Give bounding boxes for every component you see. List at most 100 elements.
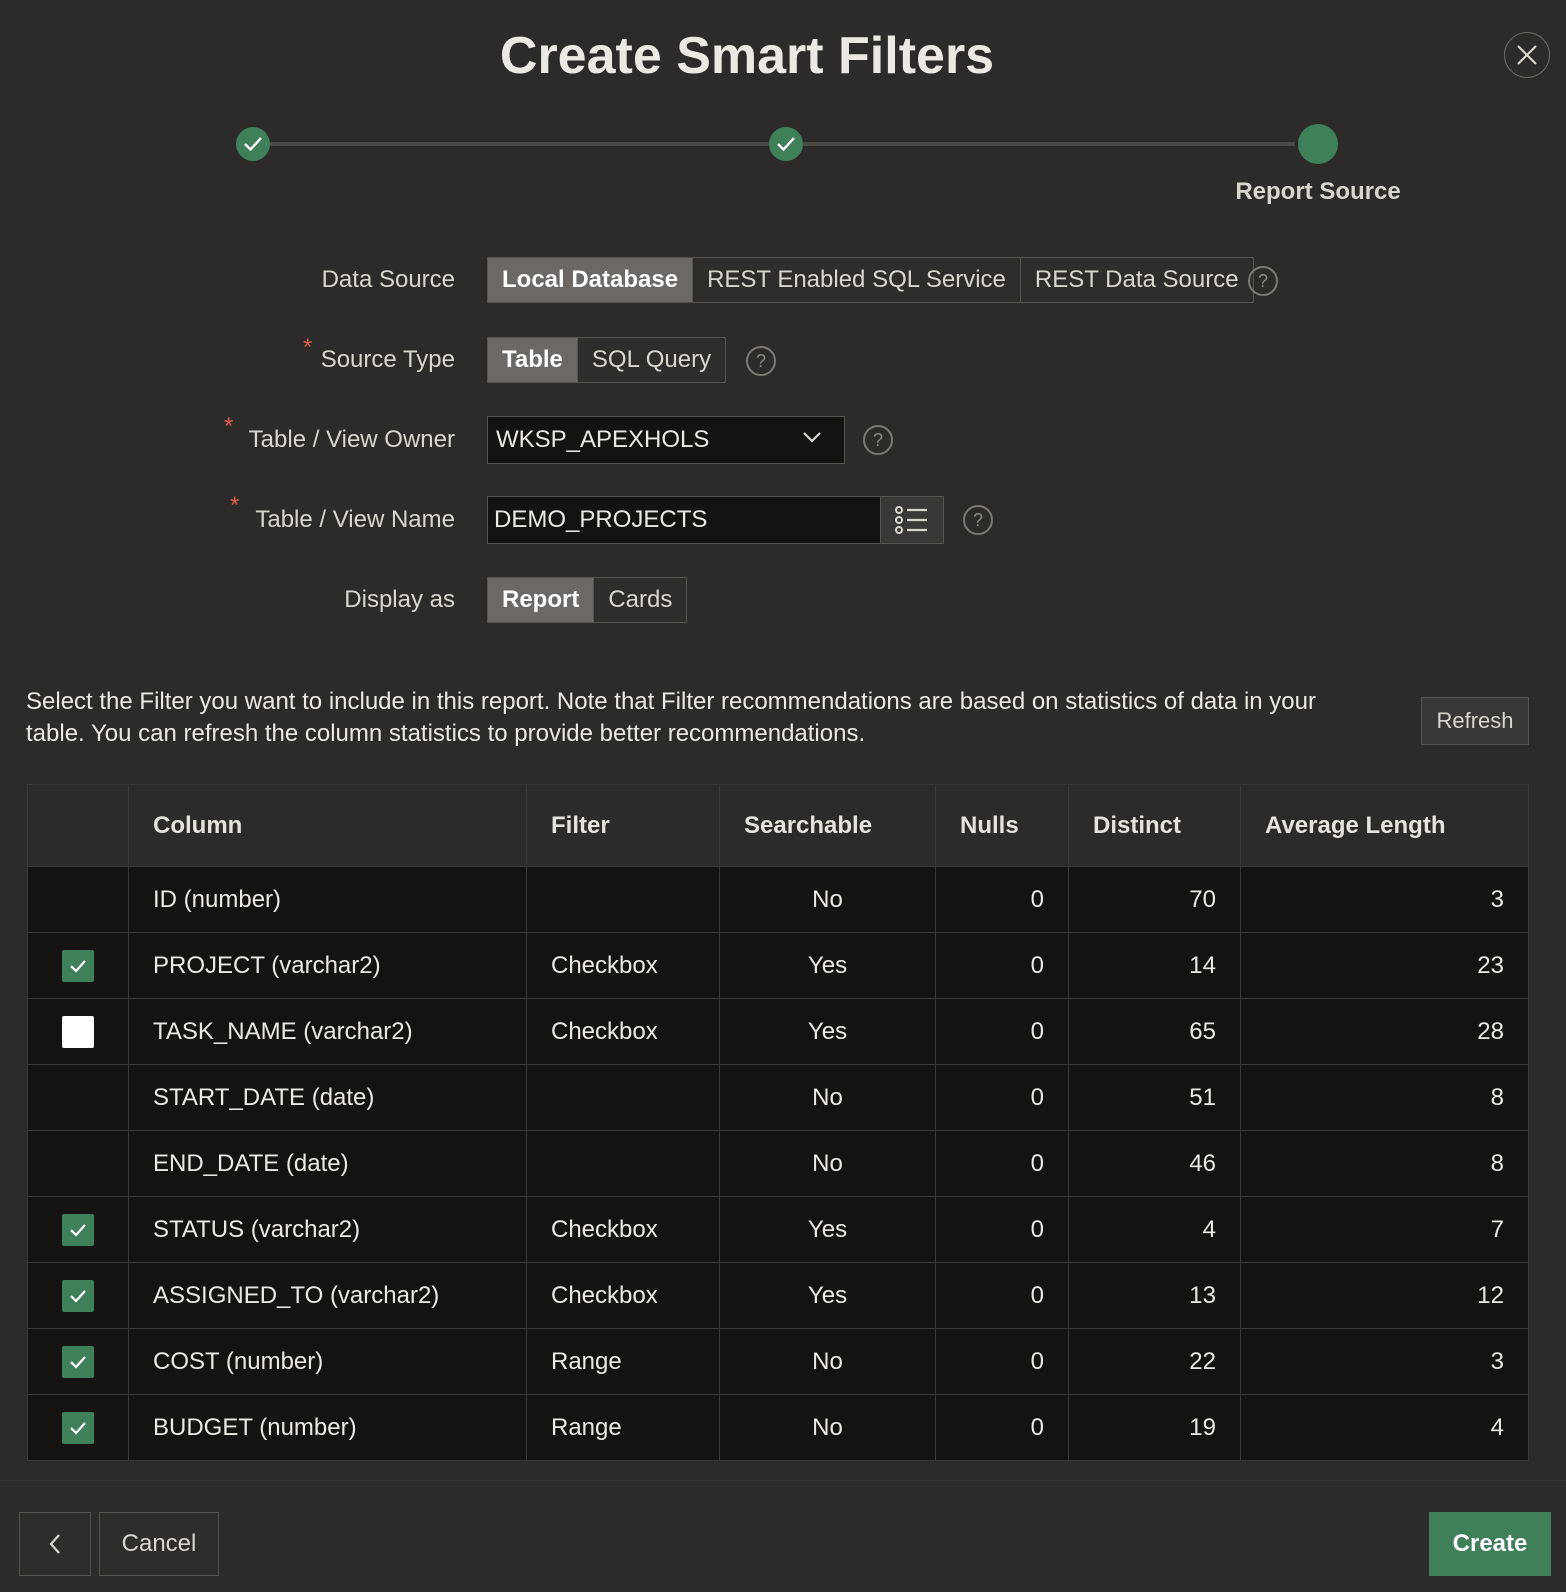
table-view-owner-help-icon[interactable]: ? bbox=[863, 425, 893, 455]
close-icon bbox=[1517, 45, 1537, 65]
cancel-button[interactable]: Cancel bbox=[99, 1512, 219, 1576]
header-searchable: Searchable bbox=[719, 784, 936, 867]
table-view-name-input[interactable]: DEMO_PROJECTS bbox=[487, 496, 881, 544]
cell-filter: Checkbox bbox=[526, 998, 720, 1065]
table-view-name-help-icon[interactable]: ? bbox=[963, 505, 993, 535]
cell-nulls: 0 bbox=[935, 932, 1069, 999]
cell-searchable: Yes bbox=[719, 1196, 936, 1263]
cell-nulls: 0 bbox=[935, 1394, 1069, 1461]
cell-nulls: 0 bbox=[935, 866, 1069, 933]
display-as-report[interactable]: Report bbox=[488, 578, 595, 622]
cell-filter: Range bbox=[526, 1394, 720, 1461]
chevron-down-icon bbox=[803, 432, 821, 443]
cell-average-length: 8 bbox=[1240, 1130, 1529, 1197]
filter-columns-table: Column Filter Searchable Nulls Distinct … bbox=[27, 784, 1529, 1461]
cell-column: PROJECT (varchar2) bbox=[128, 932, 527, 999]
source-type-help-icon[interactable]: ? bbox=[746, 346, 776, 376]
cell-column: BUDGET (number) bbox=[128, 1394, 527, 1461]
cell-nulls: 0 bbox=[935, 1262, 1069, 1329]
data-source-label: Data Source bbox=[321, 266, 455, 293]
cell-filter: Checkbox bbox=[526, 1262, 720, 1329]
checkmark-icon bbox=[70, 1223, 86, 1237]
table-view-owner-select[interactable]: WKSP_APEXHOLS bbox=[487, 416, 845, 464]
data-source-local-database[interactable]: Local Database bbox=[488, 258, 694, 302]
cell-nulls: 0 bbox=[935, 1064, 1069, 1131]
row-select-checkbox[interactable] bbox=[62, 1345, 94, 1378]
cell-searchable: No bbox=[719, 1328, 936, 1395]
cell-average-length: 4 bbox=[1240, 1394, 1529, 1461]
table-view-owner-label: Table / View Owner bbox=[248, 426, 455, 453]
cell-column: ID (number) bbox=[128, 866, 527, 933]
cell-distinct: 14 bbox=[1068, 932, 1241, 999]
cell-searchable: No bbox=[719, 1130, 936, 1197]
table-row: TASK_NAME (varchar2) Checkbox Yes 0 65 28 bbox=[27, 998, 1529, 1065]
refresh-button[interactable]: Refresh bbox=[1421, 697, 1529, 745]
cell-distinct: 4 bbox=[1068, 1196, 1241, 1263]
cell-filter: Range bbox=[526, 1328, 720, 1395]
chevron-left-icon bbox=[49, 1534, 60, 1554]
display-as-cards[interactable]: Cards bbox=[594, 578, 687, 622]
dialog-title: Create Smart Filters bbox=[499, 27, 995, 85]
progress-line-2 bbox=[786, 142, 1319, 146]
cell-searchable: No bbox=[719, 1064, 936, 1131]
cell-nulls: 0 bbox=[935, 1196, 1069, 1263]
progress-line-1 bbox=[253, 142, 786, 146]
cell-column: COST (number) bbox=[128, 1328, 527, 1395]
header-filter: Filter bbox=[526, 784, 720, 867]
create-button[interactable]: Create bbox=[1429, 1512, 1551, 1576]
cell-average-length: 23 bbox=[1240, 932, 1529, 999]
cell-column: TASK_NAME (varchar2) bbox=[128, 998, 527, 1065]
cell-column: END_DATE (date) bbox=[128, 1130, 527, 1197]
checkmark-icon bbox=[777, 137, 795, 152]
table-row: STATUS (varchar2) Checkbox Yes 0 4 7 bbox=[27, 1196, 1529, 1263]
close-button[interactable] bbox=[1504, 32, 1550, 78]
cell-column: START_DATE (date) bbox=[128, 1064, 527, 1131]
table-view-name-lov-button[interactable] bbox=[880, 496, 944, 544]
header-column: Column bbox=[128, 784, 527, 867]
cell-filter: Checkbox bbox=[526, 1196, 720, 1263]
source-type-table[interactable]: Table bbox=[488, 338, 578, 382]
table-row: BUDGET (number) Range No 0 19 4 bbox=[27, 1394, 1529, 1461]
cell-select bbox=[27, 866, 129, 933]
header-distinct: Distinct bbox=[1068, 784, 1241, 867]
cell-distinct: 65 bbox=[1068, 998, 1241, 1065]
create-smart-filters-dialog: Create Smart Filters Report Source Data … bbox=[0, 0, 1566, 1592]
cell-nulls: 0 bbox=[935, 1130, 1069, 1197]
row-select-checkbox[interactable] bbox=[62, 949, 94, 982]
table-row: COST (number) Range No 0 22 3 bbox=[27, 1328, 1529, 1395]
cell-distinct: 19 bbox=[1068, 1394, 1241, 1461]
row-select-checkbox[interactable] bbox=[62, 1411, 94, 1444]
table-row: ID (number) No 0 70 3 bbox=[27, 866, 1529, 933]
cell-average-length: 28 bbox=[1240, 998, 1529, 1065]
display-as-label: Display as bbox=[344, 586, 455, 613]
row-select-checkbox[interactable] bbox=[62, 1213, 94, 1246]
cell-average-length: 8 bbox=[1240, 1064, 1529, 1131]
cell-average-length: 3 bbox=[1240, 866, 1529, 933]
cell-searchable: Yes bbox=[719, 932, 936, 999]
previous-button[interactable] bbox=[19, 1512, 91, 1576]
wizard-step-3-current bbox=[1298, 124, 1338, 164]
display-as-radio-group: Report Cards bbox=[487, 577, 688, 623]
wizard-step-3-label: Report Source bbox=[1235, 178, 1401, 205]
wizard-step-2-complete bbox=[769, 127, 803, 161]
row-select-checkbox[interactable] bbox=[62, 1279, 94, 1312]
cell-select bbox=[27, 998, 129, 1065]
source-type-label: Source Type bbox=[320, 346, 455, 373]
data-source-help-icon[interactable]: ? bbox=[1248, 266, 1278, 296]
cell-distinct: 51 bbox=[1068, 1064, 1241, 1131]
table-row: START_DATE (date) No 0 51 8 bbox=[27, 1064, 1529, 1131]
cell-average-length: 12 bbox=[1240, 1262, 1529, 1329]
cell-searchable: No bbox=[719, 1394, 936, 1461]
data-source-rest-data-source[interactable]: REST Data Source bbox=[1020, 258, 1253, 302]
cell-column: ASSIGNED_TO (varchar2) bbox=[128, 1262, 527, 1329]
cell-filter: Checkbox bbox=[526, 932, 720, 999]
cell-distinct: 22 bbox=[1068, 1328, 1241, 1395]
data-source-rest-enabled-sql[interactable]: REST Enabled SQL Service bbox=[693, 258, 1021, 302]
cell-filter bbox=[526, 866, 720, 933]
checkmark-icon bbox=[244, 137, 262, 152]
source-type-sql-query[interactable]: SQL Query bbox=[577, 338, 726, 382]
row-select-checkbox[interactable] bbox=[62, 1015, 94, 1048]
cell-average-length: 7 bbox=[1240, 1196, 1529, 1263]
cell-select bbox=[27, 932, 129, 999]
header-select bbox=[27, 784, 129, 867]
